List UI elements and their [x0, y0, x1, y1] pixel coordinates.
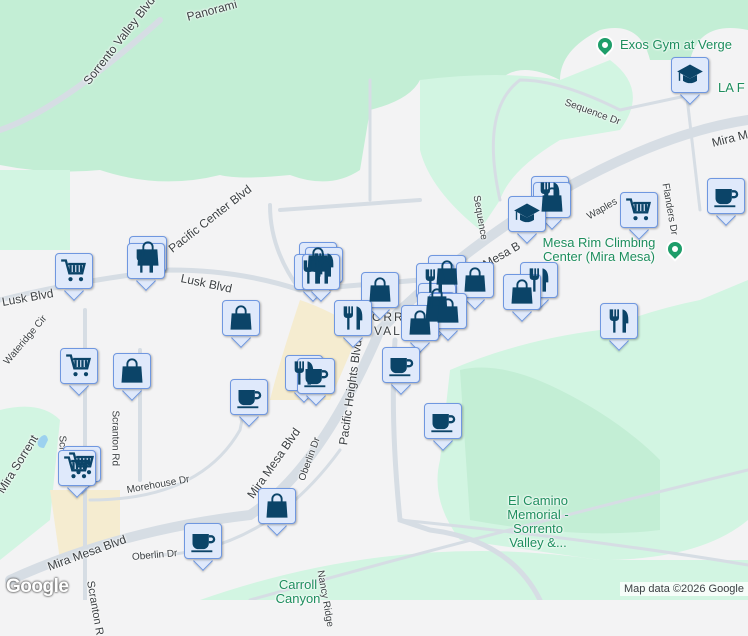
coffee-icon	[302, 362, 330, 390]
marker-body	[508, 196, 546, 232]
coffee-marker[interactable]	[184, 523, 222, 569]
cart-marker[interactable]	[58, 450, 96, 496]
marker-body	[230, 379, 268, 415]
marker-body	[184, 523, 222, 559]
marker-body	[707, 178, 745, 214]
shopping-icon	[227, 304, 255, 332]
marker-body	[401, 305, 439, 341]
coffee-marker[interactable]	[230, 379, 268, 425]
marker-body	[297, 358, 335, 394]
cart-icon	[63, 454, 91, 482]
coffee-marker[interactable]	[297, 358, 335, 404]
poi-label-mesa-rim[interactable]: Mesa Rim Climbing Center (Mira Mesa)	[538, 236, 660, 264]
marker-body	[671, 57, 709, 93]
shopping-marker[interactable]	[113, 353, 151, 399]
park-area-west	[0, 170, 70, 250]
google-logo: Google	[6, 576, 68, 598]
shopping-icon	[263, 492, 291, 520]
coffee-marker[interactable]	[707, 178, 745, 224]
marker-body	[302, 254, 340, 290]
restaurant-icon	[307, 258, 335, 286]
restaurant-icon	[605, 307, 633, 335]
restaurant-marker[interactable]	[127, 243, 165, 289]
coffee-marker[interactable]	[382, 347, 420, 393]
graduation-icon	[513, 200, 541, 228]
marker-body	[456, 262, 494, 298]
shopping-marker[interactable]	[503, 274, 541, 320]
marker-body	[600, 303, 638, 339]
marker-body	[58, 450, 96, 486]
coffee-icon	[235, 383, 263, 411]
cart-icon	[625, 196, 653, 224]
graduation-icon	[676, 61, 704, 89]
shopping-icon	[461, 266, 489, 294]
marker-body	[113, 353, 151, 389]
restaurant-icon	[132, 247, 160, 275]
marker-body	[55, 253, 93, 289]
coffee-marker[interactable]	[424, 403, 462, 449]
shopping-marker[interactable]	[222, 300, 260, 346]
road-label-scranton-rd: Scranton Rd	[110, 411, 121, 467]
marker-body	[127, 243, 165, 279]
shopping-marker[interactable]	[401, 305, 439, 351]
poi-label-la-f[interactable]: LA F	[718, 81, 745, 95]
poi-label-exos[interactable]: Exos Gym at Verge	[620, 38, 732, 52]
shopping-icon	[406, 309, 434, 337]
coffee-icon	[429, 407, 457, 435]
marker-body	[258, 488, 296, 524]
marker-body	[60, 348, 98, 384]
shopping-icon	[366, 276, 394, 304]
restaurant-icon	[339, 304, 367, 332]
cart-marker[interactable]	[55, 253, 93, 299]
marker-body	[222, 300, 260, 336]
restaurant-marker[interactable]	[334, 300, 372, 346]
marker-body	[429, 293, 467, 329]
poi-label-el-camino[interactable]: El Camino Memorial - Sorrento Valley &..…	[498, 494, 578, 550]
restaurant-marker[interactable]	[302, 254, 340, 300]
area-label-2: VAL	[374, 324, 402, 338]
cart-marker[interactable]	[60, 348, 98, 394]
cart-icon	[60, 257, 88, 285]
poi-label-carroll[interactable]: Carroll Canyon	[268, 578, 328, 606]
graduation-marker[interactable]	[671, 57, 709, 103]
shopping-icon	[118, 357, 146, 385]
marker-body	[361, 272, 399, 308]
coffee-icon	[189, 527, 217, 555]
marker-body	[503, 274, 541, 310]
shopping-icon	[508, 278, 536, 306]
shopping-icon	[434, 297, 462, 325]
map-attribution: Map data ©2026 Google	[620, 582, 748, 596]
marker-body	[382, 347, 420, 383]
shopping-icon	[538, 186, 566, 214]
marker-body	[424, 403, 462, 439]
coffee-icon	[387, 351, 415, 379]
marker-body	[334, 300, 372, 336]
coffee-icon	[712, 182, 740, 210]
restaurant-marker[interactable]	[600, 303, 638, 349]
marker-body	[620, 192, 658, 228]
shopping-marker[interactable]	[258, 488, 296, 534]
graduation-marker[interactable]	[508, 196, 546, 242]
cart-marker[interactable]	[620, 192, 658, 238]
cart-icon	[65, 352, 93, 380]
